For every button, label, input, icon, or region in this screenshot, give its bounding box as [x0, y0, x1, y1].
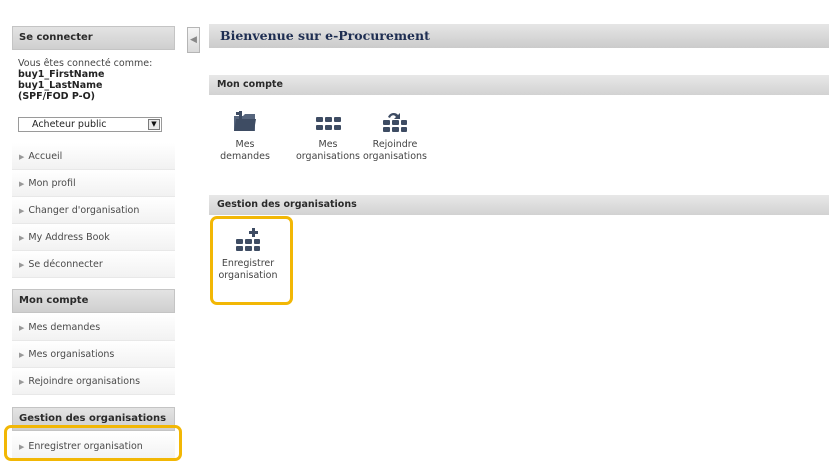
nav-item-label: Rejoindre organisations: [28, 376, 141, 387]
nav-item-mes-demandes[interactable]: ▶ Mes demandes: [12, 314, 175, 341]
join-organisations-icon: [383, 112, 407, 132]
main-content: Bienvenue sur e-Procurement Mon compte M…: [205, 0, 829, 462]
nav-item-label: Changer d'organisation: [28, 205, 140, 216]
nav-item-address-book[interactable]: ▶ My Address Book: [12, 224, 175, 251]
arrow-right-icon: ▶: [19, 180, 25, 188]
login-section-header: Se connecter: [12, 26, 175, 50]
tile-mes-organisations[interactable]: Mes organisations: [290, 111, 366, 163]
nav-item-label: Mes organisations: [28, 349, 115, 360]
nav-item-label: My Address Book: [28, 232, 110, 243]
dropdown-arrow-icon[interactable]: ▼: [148, 119, 160, 130]
nav-item-label: Se déconnecter: [28, 259, 103, 270]
collapse-sidebar-button[interactable]: ◀: [187, 27, 200, 53]
user-last-name: buy1_LastName: [18, 80, 103, 91]
role-select-value: Acheteur public: [32, 119, 107, 130]
page-title: Bienvenue sur e-Procurement: [209, 24, 829, 48]
arrow-right-icon: ▶: [19, 324, 25, 332]
connected-as-label: Vous êtes connecté comme:: [18, 58, 153, 69]
account-nav-list: ▶ Mes demandes ▶ Mes organisations ▶ Rejoin…: [12, 314, 175, 395]
nav-item-mes-organisations[interactable]: ▶ Mes organisations: [12, 341, 175, 368]
tile-rejoindre-organisations[interactable]: Rejoindre organisations: [357, 111, 433, 163]
tile-mes-demandes[interactable]: Mes demandes: [207, 111, 283, 163]
main-nav-list: ▶ Accueil ▶ Mon profil ▶ Changer d'organisa…: [12, 143, 175, 278]
sidebar: Se connecter Vous êtes connecté comme: b…: [0, 0, 183, 462]
arrow-right-icon: ▶: [19, 351, 25, 359]
arrow-right-icon: ▶: [19, 207, 25, 215]
arrow-right-icon: ▶: [19, 153, 25, 161]
user-first-name: buy1_FirstName: [18, 69, 105, 80]
nav-item-changer-organisation[interactable]: ▶ Changer d'organisation: [12, 197, 175, 224]
tile-label-line2: demandes: [220, 151, 270, 162]
user-info: Vous êtes connecté comme: buy1_FirstName…: [18, 58, 178, 102]
role-select[interactable]: Acheteur public ▼: [18, 117, 162, 132]
nav-item-se-deconnecter[interactable]: ▶ Se déconnecter: [12, 251, 175, 278]
chevron-left-icon: ◀: [190, 35, 197, 45]
nav-item-rejoindre-organisations[interactable]: ▶ Rejoindre organisations: [12, 368, 175, 395]
nav-item-mon-profil[interactable]: ▶ Mon profil: [12, 170, 175, 197]
folder-icon: [234, 111, 256, 131]
nav-item-label: Mon profil: [28, 178, 76, 189]
tile-label-line1: Mes: [235, 139, 255, 150]
nav-item-accueil[interactable]: ▶ Accueil: [12, 143, 175, 170]
tile-label-line1: Rejoindre: [372, 139, 418, 150]
account-section-bar: Mon compte: [209, 75, 829, 95]
highlight-sidebar-register: [4, 425, 182, 461]
arrow-right-icon: ▶: [19, 378, 25, 386]
user-organisation: (SPF/FOD P-O): [18, 91, 96, 102]
orgs-section-bar: Gestion des organisations: [209, 195, 829, 215]
organisations-icon: [316, 117, 341, 130]
nav-item-label: Mes demandes: [28, 322, 101, 333]
tile-label-line1: Mes: [318, 139, 338, 150]
highlight-register-tile: [210, 216, 293, 305]
nav-item-label: Accueil: [28, 151, 63, 162]
arrow-right-icon: ▶: [19, 261, 25, 269]
tile-label-line2: organisations: [363, 151, 427, 162]
tile-label-line2: organisations: [296, 151, 360, 162]
account-section-header: Mon compte: [12, 289, 175, 313]
arrow-right-icon: ▶: [19, 234, 25, 242]
